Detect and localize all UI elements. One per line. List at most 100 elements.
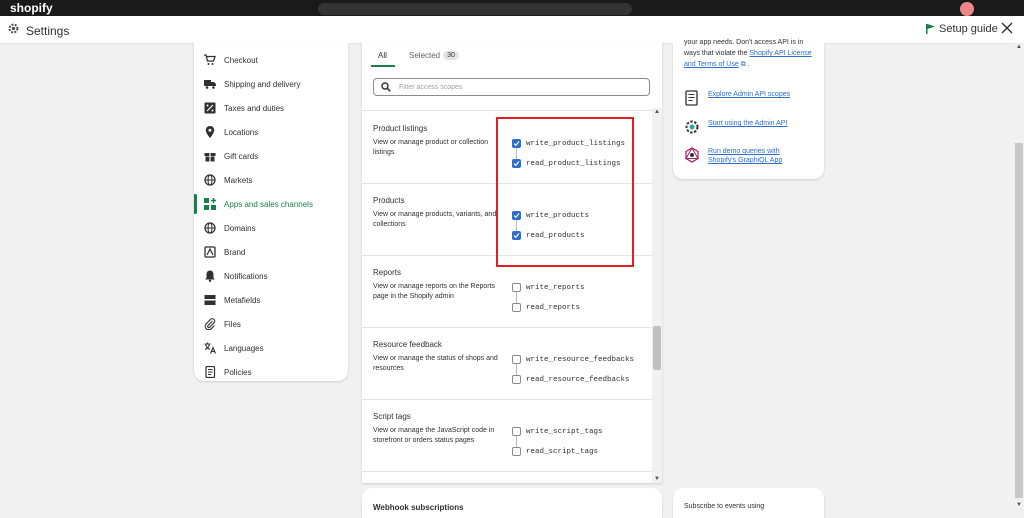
- checkbox[interactable]: [512, 283, 521, 292]
- sidebar-item-label: Checkout: [224, 55, 258, 65]
- scope-checkbox-write-resource-feedbacks[interactable]: write_resource_feedbacks: [512, 355, 634, 364]
- scope-checkbox-read-resource-feedbacks[interactable]: read_resource_feedbacks: [512, 375, 630, 384]
- globe-icon: [204, 174, 216, 186]
- sidebar-item-label: Notifications: [224, 271, 268, 281]
- policy-icon: [205, 366, 216, 378]
- admin-topbar: shopify: [0, 0, 1024, 16]
- sidebar-item-brand[interactable]: Brand: [194, 240, 348, 264]
- filter-scopes-field[interactable]: [373, 78, 650, 96]
- external-link-icon: ⧉: [740, 61, 746, 68]
- tab-selected[interactable]: Selected 30: [409, 51, 459, 60]
- language-icon: [204, 342, 216, 354]
- settings-sidebar: Checkout Shipping and delivery Taxes and…: [194, 43, 348, 381]
- scroll-up-arrow-icon[interactable]: ▲: [654, 109, 660, 115]
- scrollbar-thumb[interactable]: [653, 326, 661, 370]
- close-icon[interactable]: [999, 20, 1015, 36]
- tab-all[interactable]: All: [378, 51, 387, 60]
- page-scrollbar[interactable]: ▲ ▼: [1014, 43, 1024, 509]
- sidebar-item-taxes[interactable]: Taxes and duties: [194, 96, 348, 120]
- sidebar-item-label: Files: [224, 319, 241, 329]
- tab-selected-label: Selected: [409, 51, 441, 60]
- bell-icon: [205, 270, 215, 282]
- scope-description: View or manage the JavaScript code in st…: [373, 427, 495, 444]
- resource-explore-scopes[interactable]: Explore Admin API scopes: [684, 90, 790, 106]
- sidebar-item-shipping[interactable]: Shipping and delivery: [194, 72, 348, 96]
- metafields-icon: [204, 295, 216, 305]
- scope-section-resource-feedback: Resource feedback View or manage the sta…: [362, 327, 653, 400]
- selected-count-badge: 30: [443, 51, 459, 60]
- checkbox[interactable]: [512, 303, 521, 312]
- api-terms-suffix: .: [747, 61, 750, 68]
- scope-checkbox-read-reports[interactable]: read_reports: [512, 303, 580, 312]
- cart-icon: [204, 54, 216, 65]
- brand-icon: [204, 246, 216, 258]
- setup-guide-button[interactable]: Setup guide: [926, 23, 998, 35]
- active-tab-indicator: [371, 65, 395, 67]
- paperclip-icon: [204, 318, 216, 330]
- scope-option-label: read_resource_feedbacks: [526, 375, 630, 384]
- checkbox[interactable]: [512, 427, 521, 436]
- scope-title: Products: [373, 196, 405, 205]
- sidebar-item-policies[interactable]: Policies: [194, 360, 348, 384]
- filter-scopes-input[interactable]: [397, 82, 641, 92]
- graphql-icon: [685, 147, 699, 163]
- scope-title: Resource feedback: [373, 340, 442, 349]
- api-terms-text: your app needs. Don't access API is in w…: [684, 37, 818, 70]
- scope-option-label: write_resource_feedbacks: [526, 355, 635, 364]
- globe-icon: [204, 222, 216, 234]
- sidebar-item-notifications[interactable]: Notifications: [194, 264, 348, 288]
- sidebar-item-label: Apps and sales channels: [224, 199, 313, 209]
- scope-section-script-tags: Script tags View or manage the JavaScrip…: [362, 399, 653, 472]
- sidebar-item-label: Metafields: [224, 295, 261, 305]
- scroll-down-arrow-icon[interactable]: ▼: [1016, 502, 1022, 508]
- resource-link[interactable]: Explore Admin API scopes: [708, 90, 790, 99]
- scrollbar-thumb[interactable]: [1015, 143, 1023, 498]
- sidebar-item-apps[interactable]: Apps and sales channels: [194, 192, 348, 216]
- scope-title: Reports: [373, 268, 402, 277]
- sidebar-item-label: Gift cards: [224, 151, 259, 161]
- sidebar-item-label: Taxes and duties: [224, 103, 285, 113]
- search-icon: [381, 82, 391, 92]
- sidebar-item-label: Locations: [224, 127, 259, 137]
- scope-title: Script tags: [373, 412, 411, 421]
- resource-graphiql-demo[interactable]: Run demo queries with Shopify's GraphiQL…: [684, 147, 798, 165]
- sidebar-item-metafields[interactable]: Metafields: [194, 288, 348, 312]
- webhook-info-card: Subscribe to events using: [673, 488, 824, 518]
- scope-option-label: write_reports: [526, 283, 585, 292]
- scope-checkbox-write-reports[interactable]: write_reports: [512, 283, 585, 292]
- sidebar-item-gift-cards[interactable]: Gift cards: [194, 144, 348, 168]
- gear-cog-icon: [685, 120, 699, 134]
- scope-list-scrollbar[interactable]: ▲ ▼: [652, 108, 662, 483]
- resource-start-admin-api[interactable]: Start using the Admin API: [684, 119, 787, 135]
- scroll-up-arrow-icon[interactable]: ▲: [1016, 44, 1022, 50]
- highlight-box: [496, 117, 634, 267]
- sidebar-item-domains[interactable]: Domains: [194, 216, 348, 240]
- setup-guide-label: Setup guide: [939, 23, 998, 35]
- resource-link[interactable]: Start using the Admin API: [708, 119, 787, 128]
- scope-option-label: read_script_tags: [526, 447, 599, 456]
- sidebar-item-files[interactable]: Files: [194, 312, 348, 336]
- scope-checkbox-write-script-tags[interactable]: write_script_tags: [512, 427, 603, 436]
- resource-link[interactable]: Run demo queries with Shopify's GraphiQL…: [708, 147, 798, 165]
- sidebar-item-locations[interactable]: Locations: [194, 120, 348, 144]
- sidebar-item-languages[interactable]: Languages: [194, 336, 348, 360]
- sidebar-item-label: Brand: [224, 247, 246, 257]
- sidebar-item-checkout[interactable]: Checkout: [194, 48, 348, 72]
- scope-description: View or manage product or collection lis…: [373, 139, 489, 156]
- sidebar-item-label: Shipping and delivery: [224, 79, 301, 89]
- api-resources-card: your app needs. Don't access API is in w…: [673, 39, 824, 179]
- sidebar-item-markets[interactable]: Markets: [194, 168, 348, 192]
- sidebar-item-label: Domains: [224, 223, 256, 233]
- global-search-input[interactable]: [318, 3, 632, 15]
- settings-header: Settings Setup guide: [0, 16, 1024, 44]
- scope-checkbox-read-script-tags[interactable]: read_script_tags: [512, 447, 598, 456]
- sidebar-item-label: Languages: [224, 343, 264, 353]
- checkbox[interactable]: [512, 375, 521, 384]
- checkbox[interactable]: [512, 355, 521, 364]
- flag-icon: [926, 24, 935, 34]
- sidebar-item-label: Policies: [224, 367, 252, 377]
- checkbox[interactable]: [512, 447, 521, 456]
- scroll-down-arrow-icon[interactable]: ▼: [654, 476, 660, 482]
- gift-icon: [204, 153, 216, 162]
- avatar[interactable]: [960, 2, 974, 16]
